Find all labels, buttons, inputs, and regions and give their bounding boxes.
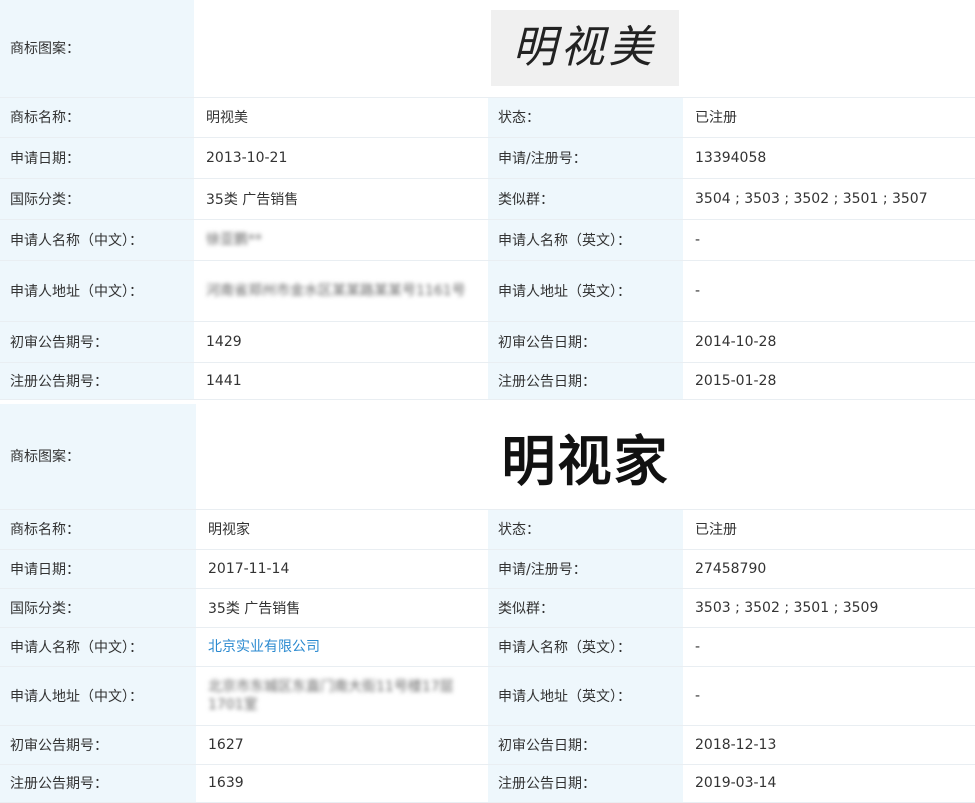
- trademark-logo-text: 明视美: [490, 10, 679, 87]
- field-label: 初审公告期号：: [0, 725, 196, 765]
- similar-groups: 3503 ; 3502 ; 3501 ; 3509: [683, 588, 975, 628]
- field-label: 申请人地址（中文）：: [0, 666, 196, 726]
- registration-issue-number: 1639: [196, 764, 488, 803]
- field-label: 商标名称：: [0, 509, 196, 550]
- applicant-name-en: -: [683, 627, 975, 667]
- registration-number: 27458790: [683, 549, 975, 589]
- status-value: 已注册: [683, 97, 975, 138]
- trademark-name: 明视家: [196, 509, 488, 550]
- applicant-company-link[interactable]: 北京实业有限公司: [208, 638, 320, 656]
- applicant-address-cn: 北京市东城区东直门南大街11号楼17层1701室: [196, 666, 488, 726]
- field-label: 国际分类：: [0, 178, 194, 220]
- registration-issue-date: 2015-01-28: [683, 362, 975, 400]
- applicant-address-en: -: [683, 666, 975, 726]
- field-label: 注册公告期号：: [0, 764, 196, 803]
- applicant-address-en: -: [683, 260, 975, 322]
- field-label: 商标名称：: [0, 97, 194, 138]
- field-label: 申请人地址（英文）：: [488, 260, 683, 322]
- field-label: 申请日期：: [0, 549, 196, 589]
- applicant-name-en: -: [683, 219, 975, 261]
- field-label: 类似群：: [488, 588, 683, 628]
- field-label: 初审公告期号：: [0, 321, 194, 363]
- field-label: 申请/注册号：: [488, 549, 683, 589]
- similar-groups: 3504 ; 3503 ; 3502 ; 3501 ; 3507: [683, 178, 975, 220]
- preliminary-issue-date: 2014-10-28: [683, 321, 975, 363]
- redacted-text: 河南省郑州市金水区某某路某某号1161号: [206, 282, 466, 299]
- field-label: 申请人地址（英文）：: [488, 666, 683, 726]
- field-label: 申请人名称（英文）：: [488, 627, 683, 667]
- preliminary-issue-number: 1429: [194, 321, 488, 363]
- field-label: 注册公告日期：: [488, 362, 683, 400]
- field-label: 申请日期：: [0, 137, 194, 179]
- field-label: 申请人名称（中文）：: [0, 627, 196, 667]
- trademark-logo: 明视家: [196, 404, 975, 510]
- field-label: 申请人名称（中文）：: [0, 219, 194, 261]
- field-label: 类似群：: [488, 178, 683, 220]
- international-class: 35类 广告销售: [194, 178, 488, 220]
- field-label: 申请人名称（英文）：: [488, 219, 683, 261]
- application-date: 2017-11-14: [196, 549, 488, 589]
- preliminary-issue-date: 2018-12-13: [683, 725, 975, 765]
- field-label: 注册公告日期：: [488, 764, 683, 803]
- international-class: 35类 广告销售: [196, 588, 488, 628]
- trademark-logo: 明视美: [194, 0, 975, 98]
- field-label: 初审公告日期：: [488, 725, 683, 765]
- application-date: 2013-10-21: [194, 137, 488, 179]
- field-label: 国际分类：: [0, 588, 196, 628]
- field-label: 申请人地址（中文）：: [0, 260, 194, 322]
- field-label: 初审公告日期：: [488, 321, 683, 363]
- logo-label: 商标图案：: [0, 0, 194, 98]
- applicant-address-cn: 河南省郑州市金水区某某路某某号1161号: [194, 260, 488, 322]
- registration-issue-number: 1441: [194, 362, 488, 400]
- field-label: 申请/注册号：: [488, 137, 683, 179]
- registration-number: 13394058: [683, 137, 975, 179]
- redacted-text: 北京市东城区东直门南大街11号楼17层1701室: [208, 678, 454, 713]
- status-value: 已注册: [683, 509, 975, 550]
- trademark-logo-text: 明视家: [501, 429, 670, 493]
- logo-label: 商标图案：: [0, 404, 196, 510]
- field-label: 状态：: [488, 97, 683, 138]
- preliminary-issue-number: 1627: [196, 725, 488, 765]
- redacted-text: 徐亚鹏**: [206, 231, 262, 248]
- field-label: 状态：: [488, 509, 683, 550]
- trademark-name: 明视美: [194, 97, 488, 138]
- trademark-record-2: 商标图案： 明视家 商标名称： 明视家 状态： 已注册 申请日期： 2017-1…: [0, 404, 975, 803]
- field-label: 注册公告期号：: [0, 362, 194, 400]
- registration-issue-date: 2019-03-14: [683, 764, 975, 803]
- applicant-name-cn: 徐亚鹏**: [194, 219, 488, 261]
- trademark-record-1: 商标图案： 明视美 商标名称： 明视美 状态： 已注册 申请日期： 2013-1…: [0, 0, 975, 400]
- applicant-name-cn[interactable]: 北京实业有限公司: [196, 627, 488, 667]
